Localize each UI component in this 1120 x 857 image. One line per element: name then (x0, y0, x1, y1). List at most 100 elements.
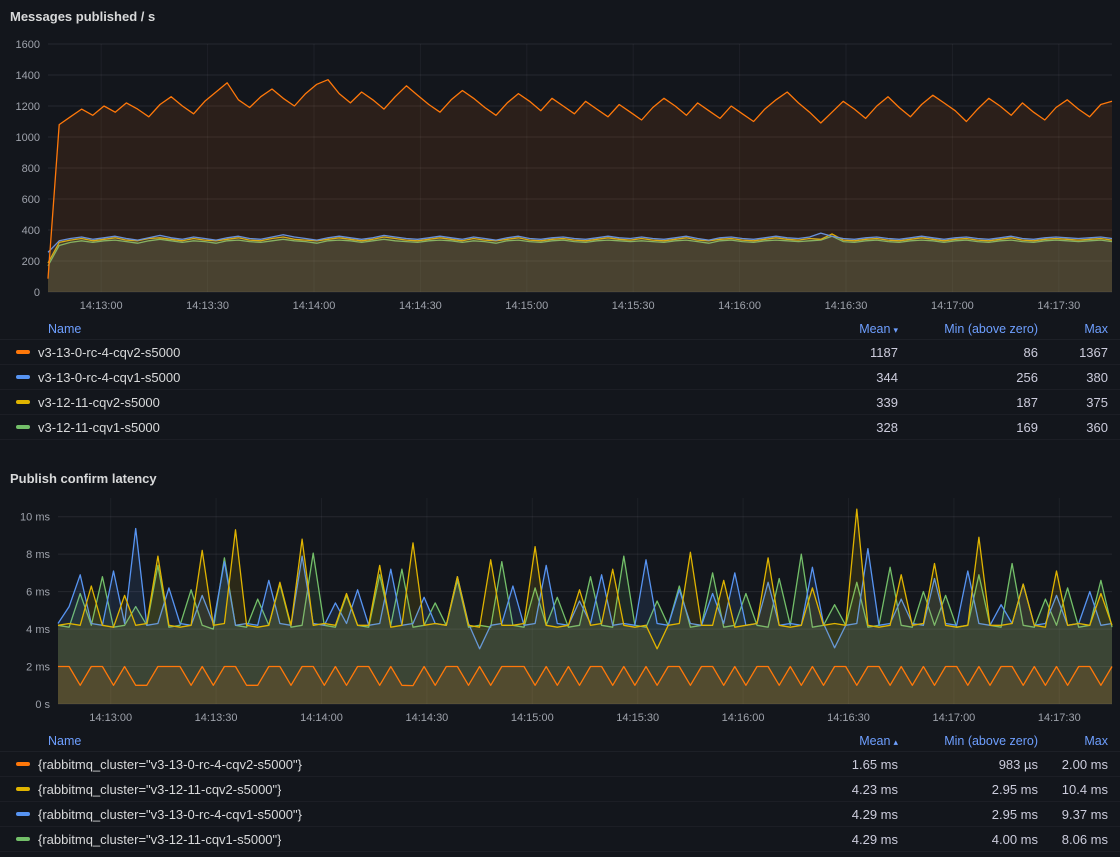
svg-text:14:15:00: 14:15:00 (511, 712, 554, 724)
legend-col-min[interactable]: Min (above zero) (898, 322, 1038, 336)
series-name[interactable]: {rabbitmq_cluster="v3-12-11-cqv1-s5000"} (38, 832, 281, 847)
series-name[interactable]: {rabbitmq_cluster="v3-13-0-rc-4-cqv1-s50… (38, 807, 302, 822)
series-name[interactable]: v3-12-11-cqv2-s5000 (38, 395, 160, 410)
svg-text:400: 400 (22, 225, 40, 237)
panel-title-publish-confirm-latency[interactable]: Publish confirm latency (0, 462, 1120, 490)
series-min: 169 (898, 420, 1038, 435)
series-min: 86 (898, 345, 1038, 360)
svg-text:14:13:00: 14:13:00 (89, 712, 132, 724)
svg-text:14:16:00: 14:16:00 (718, 300, 761, 312)
series-color-icon (16, 787, 30, 791)
svg-text:6 ms: 6 ms (26, 587, 50, 599)
series-color-icon (16, 425, 30, 429)
svg-text:1200: 1200 (16, 101, 40, 113)
series-max: 9.37 ms (1038, 807, 1108, 822)
series-mean: 328 (778, 420, 898, 435)
panel-publish-confirm-latency: Publish confirm latency 0 s 2 ms 4 ms 6 ms 8… (0, 462, 1120, 852)
legend-row[interactable]: {rabbitmq_cluster="v3-13-0-rc-4-cqv1-s50… (0, 802, 1120, 827)
svg-text:14:17:00: 14:17:00 (932, 712, 975, 724)
legend-col-name[interactable]: Name (48, 322, 778, 336)
series-min: 187 (898, 395, 1038, 410)
svg-text:14:13:30: 14:13:30 (186, 300, 229, 312)
svg-text:14:15:00: 14:15:00 (505, 300, 548, 312)
svg-text:10 ms: 10 ms (20, 512, 50, 524)
svg-text:14:14:00: 14:14:00 (300, 712, 343, 724)
series-max: 8.06 ms (1038, 832, 1108, 847)
series-color-icon (16, 400, 30, 404)
series-color-icon (16, 375, 30, 379)
legend-col-min[interactable]: Min (above zero) (898, 734, 1038, 748)
svg-text:600: 600 (22, 194, 40, 206)
series-min: 983 µs (898, 757, 1038, 772)
series-max: 10.4 ms (1038, 782, 1108, 797)
svg-text:14:16:30: 14:16:30 (825, 300, 868, 312)
series-mean: 339 (778, 395, 898, 410)
series-min: 4.00 ms (898, 832, 1038, 847)
series-max: 380 (1038, 370, 1108, 385)
legend-col-mean[interactable]: Mean▾ (778, 322, 898, 336)
svg-text:2 ms: 2 ms (26, 662, 50, 674)
svg-text:14:14:30: 14:14:30 (399, 300, 442, 312)
panel-title-messages-published[interactable]: Messages published / s (0, 0, 1120, 28)
series-mean: 4.29 ms (778, 807, 898, 822)
svg-text:1000: 1000 (16, 132, 40, 144)
legend-messages-published: Name Mean▾ Min (above zero) Max v3-13-0-… (0, 318, 1120, 440)
series-name[interactable]: v3-13-0-rc-4-cqv2-s5000 (38, 345, 180, 360)
svg-text:200: 200 (22, 256, 40, 268)
legend-header: Name Mean▾ Min (above zero) Max (0, 318, 1120, 340)
svg-text:14:14:30: 14:14:30 (405, 712, 448, 724)
series-max: 360 (1038, 420, 1108, 435)
svg-text:800: 800 (22, 163, 40, 175)
legend-row[interactable]: {rabbitmq_cluster="v3-13-0-rc-4-cqv2-s50… (0, 752, 1120, 777)
svg-text:14:16:00: 14:16:00 (722, 712, 765, 724)
svg-text:14:17:30: 14:17:30 (1037, 300, 1080, 312)
legend-row[interactable]: {rabbitmq_cluster="v3-12-11-cqv2-s5000"}… (0, 777, 1120, 802)
legend-col-max[interactable]: Max (1038, 322, 1108, 336)
series-max: 1367 (1038, 345, 1108, 360)
series-name[interactable]: v3-12-11-cqv1-s5000 (38, 420, 160, 435)
series-max: 375 (1038, 395, 1108, 410)
svg-text:14:14:00: 14:14:00 (293, 300, 336, 312)
legend-col-max[interactable]: Max (1038, 734, 1108, 748)
series-name[interactable]: v3-13-0-rc-4-cqv1-s5000 (38, 370, 180, 385)
legend-col-mean[interactable]: Mean▴ (778, 734, 898, 748)
legend-row[interactable]: v3-12-11-cqv1-s5000 328 169 360 (0, 415, 1120, 440)
svg-text:1600: 1600 (16, 39, 40, 51)
publish-confirm-latency-chart[interactable]: 0 s 2 ms 4 ms 6 ms 8 ms 10 ms 14:13:00 14:13:30… (0, 490, 1120, 730)
legend-row[interactable]: v3-13-0-rc-4-cqv2-s5000 1187 86 1367 (0, 340, 1120, 365)
svg-text:0: 0 (34, 287, 40, 299)
legend-row[interactable]: v3-13-0-rc-4-cqv1-s5000 344 256 380 (0, 365, 1120, 390)
panel-messages-published: Messages published / s 0 200 400 600 800 1000… (0, 0, 1120, 440)
series-name[interactable]: {rabbitmq_cluster="v3-12-11-cqv2-s5000"} (38, 782, 281, 797)
legend-row[interactable]: {rabbitmq_cluster="v3-12-11-cqv1-s5000"}… (0, 827, 1120, 852)
svg-text:14:17:30: 14:17:30 (1038, 712, 1081, 724)
series-min: 2.95 ms (898, 807, 1038, 822)
series-mean: 1187 (778, 345, 898, 360)
legend-col-name[interactable]: Name (48, 734, 778, 748)
series-color-icon (16, 350, 30, 354)
svg-text:1400: 1400 (16, 70, 40, 82)
series-name[interactable]: {rabbitmq_cluster="v3-13-0-rc-4-cqv2-s50… (38, 757, 302, 772)
series-max: 2.00 ms (1038, 757, 1108, 772)
series-color-icon (16, 812, 30, 816)
messages-published-chart[interactable]: 0 200 400 600 800 1000 1200 1400 1600 14:13:00 14:… (0, 28, 1120, 318)
svg-text:14:15:30: 14:15:30 (616, 712, 659, 724)
series-min: 256 (898, 370, 1038, 385)
svg-text:14:16:30: 14:16:30 (827, 712, 870, 724)
svg-text:14:15:30: 14:15:30 (612, 300, 655, 312)
svg-text:0 s: 0 s (35, 699, 50, 711)
legend-header: Name Mean▴ Min (above zero) Max (0, 730, 1120, 752)
series-mean: 1.65 ms (778, 757, 898, 772)
series-min: 2.95 ms (898, 782, 1038, 797)
svg-text:4 ms: 4 ms (26, 624, 50, 636)
legend-row[interactable]: v3-12-11-cqv2-s5000 339 187 375 (0, 390, 1120, 415)
svg-text:14:17:00: 14:17:00 (931, 300, 974, 312)
series-color-icon (16, 762, 30, 766)
series-mean: 4.23 ms (778, 782, 898, 797)
svg-text:14:13:00: 14:13:00 (80, 300, 123, 312)
series-color-icon (16, 837, 30, 841)
svg-text:8 ms: 8 ms (26, 549, 50, 561)
legend-publish-confirm-latency: Name Mean▴ Min (above zero) Max {rabbitm… (0, 730, 1120, 852)
svg-text:14:13:30: 14:13:30 (195, 712, 238, 724)
series-mean: 4.29 ms (778, 832, 898, 847)
